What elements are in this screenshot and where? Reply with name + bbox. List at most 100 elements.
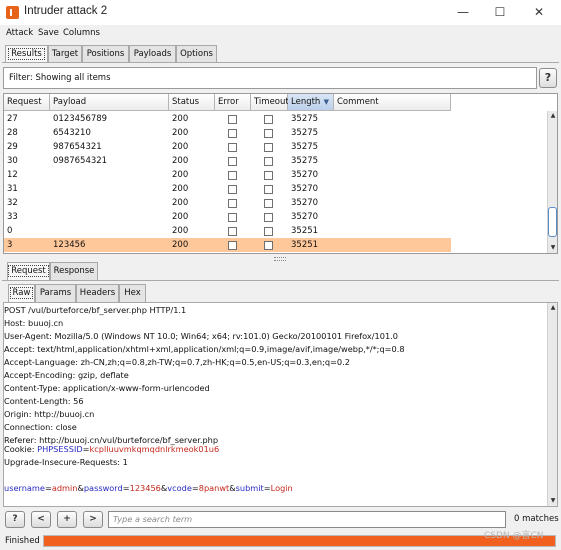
cell-payload: 0987654321 (53, 156, 108, 166)
body-part-plain: = (191, 483, 199, 493)
checkbox-timeout (264, 157, 273, 166)
filter-help-button[interactable]: ? (539, 68, 557, 88)
column-header-payload[interactable]: Payload (50, 94, 169, 111)
maximize-button[interactable]: ☐ (485, 3, 515, 22)
body-part-value: Login (270, 483, 293, 493)
cell-length: 35270 (291, 170, 319, 180)
cell-status: 200 (172, 156, 189, 166)
column-header-status[interactable]: Status (169, 94, 215, 111)
table-row[interactable]: 33 200 35270 (4, 210, 451, 224)
tab-raw[interactable]: Raw (8, 284, 35, 302)
search-match-count: 0 matches (514, 514, 559, 524)
tab-target[interactable]: Target (48, 45, 82, 63)
minimize-button[interactable]: — (448, 3, 478, 22)
tab-positions[interactable]: Positions (82, 45, 129, 63)
cell-payload: 0123456789 (53, 114, 108, 124)
checkbox-error (228, 213, 237, 222)
raw-request-editor[interactable]: POST /vul/burteforce/bf_server.php HTTP/… (3, 302, 558, 507)
table-row[interactable]: 0 200 35251 (4, 224, 451, 238)
tab-options[interactable]: Options (176, 45, 217, 63)
cell-status: 200 (172, 128, 189, 138)
request-line: Accept-Encoding: gzip, deflate (4, 370, 129, 380)
scroll-down-icon[interactable]: ▼ (548, 243, 558, 253)
search-add-button[interactable]: + (57, 511, 77, 528)
cell-payload (50, 168, 53, 182)
cell-length: 35270 (291, 198, 319, 208)
cookie-equals: = (82, 444, 90, 454)
cookie-value: kcplluuvmkqmqdnlrkmeok01u6 (89, 444, 220, 454)
cookie-name: PHPSESSID (37, 444, 83, 454)
cell-status: 200 (172, 226, 189, 236)
table-scrollbar[interactable]: ▲ ▼ (547, 111, 557, 253)
table-row[interactable]: 32 200 35270 (4, 196, 451, 210)
table-scroll-thumb[interactable] (548, 207, 557, 237)
cell-comment (334, 196, 337, 210)
table-row[interactable]: 29 987654321 200 35275 (4, 140, 451, 154)
table-row[interactable]: 3 123456 200 35251 (4, 238, 451, 252)
scroll-up-icon[interactable]: ▲ (548, 303, 558, 313)
cell-length: 35275 (291, 156, 319, 166)
cookie-header-label: Cookie: (4, 444, 38, 454)
body-part-name: submit (235, 483, 264, 493)
pane-splitter[interactable] (0, 256, 561, 261)
cell-length: 35251 (291, 226, 319, 236)
tab-payloads[interactable]: Payloads (129, 45, 176, 63)
cell-comment (334, 238, 337, 252)
table-row[interactable]: 31 200 35270 (4, 182, 451, 196)
request-line: Content-Type: application/x-www-form-url… (4, 383, 210, 393)
checkbox-error (228, 227, 237, 236)
search-help-button[interactable]: ? (5, 511, 25, 528)
results-filter-bar[interactable]: Filter: Showing all items (3, 67, 537, 89)
checkbox-error (228, 115, 237, 124)
scroll-up-icon[interactable]: ▲ (548, 111, 558, 121)
search-previous-button[interactable]: < (31, 511, 51, 528)
tab-params[interactable]: Params (35, 284, 76, 302)
checkbox-timeout (264, 227, 273, 236)
cell-request: 12 (7, 170, 18, 180)
cell-comment (334, 154, 337, 168)
cell-request: 33 (7, 212, 18, 222)
search-next-button[interactable]: > (83, 511, 103, 528)
tab-response[interactable]: Response (50, 262, 98, 280)
search-input[interactable]: Type a search term (108, 511, 506, 528)
menu-attack[interactable]: Attack (6, 28, 33, 38)
table-row[interactable]: 12 200 35270 (4, 168, 451, 182)
scroll-down-icon[interactable]: ▼ (548, 496, 558, 506)
cell-request: 29 (7, 142, 18, 152)
title-bar: Intruder attack 2 — ☐ ✕ (0, 0, 561, 25)
tab-hex[interactable]: Hex (119, 284, 146, 302)
menu-save[interactable]: Save (38, 28, 59, 38)
cell-status: 200 (172, 240, 189, 250)
checkbox-error (228, 171, 237, 180)
request-line: Accept: text/html,application/xhtml+xml,… (4, 344, 405, 354)
column-header-request[interactable]: Request (4, 94, 50, 111)
table-row[interactable]: 27 0123456789 200 35275 (4, 112, 451, 126)
checkbox-timeout (264, 171, 273, 180)
cell-payload (50, 210, 53, 224)
raw-scrollbar[interactable]: ▲ ▼ (547, 303, 557, 506)
column-header-error[interactable]: Error (215, 94, 251, 111)
cell-status: 200 (172, 142, 189, 152)
request-line: User-Agent: Mozilla/5.0 (Windows NT 10.0… (4, 331, 398, 341)
body-part-plain: = (44, 483, 52, 493)
table-row[interactable]: 30 0987654321 200 35275 (4, 154, 451, 168)
burp-app-icon (6, 6, 19, 19)
menu-columns[interactable]: Columns (63, 28, 100, 38)
cell-request: 3 (7, 240, 13, 250)
cell-status: 200 (172, 114, 189, 124)
column-header-comment[interactable]: Comment (334, 94, 451, 111)
tab-headers[interactable]: Headers (76, 284, 119, 302)
column-header-timeout[interactable]: Timeout (251, 94, 289, 111)
table-header: Request Payload Status Error Timeout Len… (4, 94, 454, 111)
close-button[interactable]: ✕ (524, 3, 554, 22)
body-part-value: 8panwt (198, 483, 230, 493)
attack-progress-bar (43, 535, 556, 547)
cell-request: 30 (7, 156, 18, 166)
tab-results[interactable]: Results (5, 45, 48, 63)
checkbox-timeout (264, 115, 273, 124)
table-row[interactable]: 28 6543210 200 35275 (4, 126, 451, 140)
tab-request[interactable]: Request (7, 262, 50, 280)
column-header-length[interactable]: Length ▼ (288, 94, 334, 111)
cell-payload (50, 182, 53, 196)
request-body: username=admin&password=123456&vcode=8pa… (4, 482, 293, 495)
